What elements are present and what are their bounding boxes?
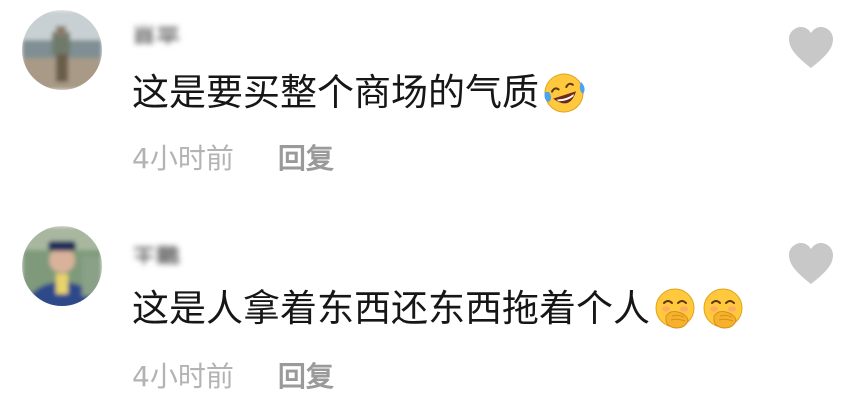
- username[interactable]: 王鹏: [132, 238, 202, 264]
- comment-item: 肖平 这是要买整个商场的气质 4小时前 回复: [0, 0, 848, 200]
- hand-over-mouth-icon: [700, 286, 746, 332]
- timestamp: 4小时前: [132, 142, 234, 175]
- comment-text: 这是要买整个商场的气质: [132, 70, 587, 116]
- heart-icon[interactable]: [787, 26, 835, 70]
- avatar[interactable]: [22, 226, 102, 306]
- comment-body: 这是人拿着东西还东西拖着个人: [132, 287, 650, 330]
- reply-button[interactable]: 回复: [278, 137, 334, 177]
- hand-over-mouth-icon: [652, 286, 698, 332]
- comment-body: 这是要买整个商场的气质: [132, 71, 539, 114]
- username[interactable]: 肖平: [132, 18, 202, 44]
- comment-item: 王鹏 这是人拿着东西还东西拖着个人 4小时前 回复: [0, 220, 848, 411]
- comment-text: 这是人拿着东西还东西拖着个人: [132, 286, 746, 332]
- avatar[interactable]: [22, 10, 102, 90]
- reply-button[interactable]: 回复: [278, 355, 334, 395]
- timestamp: 4小时前: [132, 360, 234, 393]
- comment-meta: 4小时前 回复: [132, 355, 334, 395]
- tears-of-joy-icon: [541, 70, 587, 116]
- comment-meta: 4小时前 回复: [132, 137, 334, 177]
- heart-icon[interactable]: [787, 242, 835, 286]
